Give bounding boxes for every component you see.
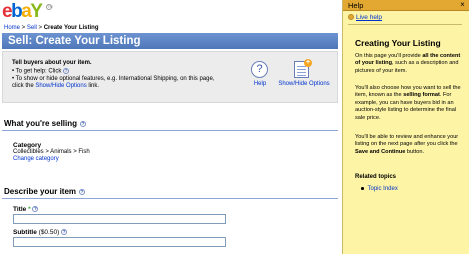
- topic-index-link[interactable]: Topic Index: [368, 186, 398, 192]
- page-title: Sell: Create Your Listing: [8, 35, 141, 47]
- help-text-bold: Save and Continue: [355, 148, 406, 155]
- info-line-help: • To get help: Click ?: [12, 67, 238, 76]
- page: ebaY TM Home > Sell > Create Your Listin…: [0, 0, 469, 254]
- section-divider: [2, 130, 338, 131]
- help-button-label: Help: [253, 81, 267, 87]
- section-title-describe: Describe your item?: [4, 187, 86, 196]
- breadcrumb: Home > Sell > Create Your Listing: [4, 25, 99, 31]
- info-line-prefix: click the: [12, 83, 36, 90]
- section-title-selling: What you're selling?: [4, 119, 87, 128]
- logo-letter-y: Y: [30, 1, 43, 22]
- section-title-text: Describe your item: [4, 187, 77, 196]
- help-question-icon[interactable]: ?: [63, 67, 70, 74]
- section-divider: [2, 198, 338, 199]
- info-box: Tell buyers about your item. • To get he…: [2, 51, 338, 103]
- help-panel-title: Help: [348, 1, 364, 10]
- doc-line: [297, 69, 306, 70]
- main-content: ebaY TM Home > Sell > Create Your Listin…: [0, 0, 340, 254]
- title-label-text: Title: [13, 206, 27, 213]
- help-text: button.: [405, 148, 425, 155]
- title-input[interactable]: [13, 214, 226, 224]
- breadcrumb-separator: >: [36, 25, 44, 31]
- breadcrumb-current: Create Your Listing: [43, 25, 99, 31]
- live-help[interactable]: Live help: [348, 14, 382, 21]
- subtitle-fee: ($0.50): [38, 229, 60, 236]
- info-heading: Tell buyers about your item.: [12, 60, 92, 66]
- show-hide-options-link[interactable]: Show/Hide Options: [35, 83, 86, 89]
- live-help-icon: [348, 14, 354, 21]
- logo-letter-b: b: [11, 1, 23, 22]
- help-question-icon[interactable]: ?: [61, 229, 68, 236]
- help-paragraph-1: On this page you'll provide all the cont…: [355, 53, 463, 75]
- help-panel-header: Help ×: [343, 0, 469, 11]
- help-paragraph-2: You'll also choose how you want to sell …: [355, 85, 463, 122]
- help-question-icon[interactable]: ?: [32, 206, 39, 213]
- help-text: On this page you'll provide: [355, 53, 423, 59]
- info-line-suffix: link.: [86, 83, 100, 90]
- doc-line: [297, 72, 306, 73]
- info-line-options-cont: click the Show/Hide Options link.: [12, 83, 238, 91]
- doc-line: [297, 75, 306, 76]
- help-circle-icon: ?: [251, 61, 268, 78]
- category-path: Collectibles > Animals > Fish: [13, 149, 90, 155]
- related-topic-item: Topic Index: [361, 186, 398, 192]
- subtitle-field-label: Subtitle ($0.50) ?: [13, 229, 68, 236]
- info-line-options: • To show or hide optional features, e.g…: [12, 75, 215, 82]
- help-paragraph-3: You'll be able to review and enhance you…: [355, 134, 463, 156]
- info-text: Tell buyers about your item. • To get he…: [12, 60, 238, 91]
- breadcrumb-sell-link[interactable]: Sell: [27, 25, 37, 31]
- help-text: You'll be able to review and enhance you…: [355, 134, 459, 148]
- show-hide-options-label: Show/Hide Options: [278, 81, 330, 87]
- category-label: Category: [13, 142, 42, 149]
- title-field-label: Title * ?: [13, 206, 39, 213]
- help-question-icon[interactable]: ?: [80, 120, 87, 127]
- help-panel: Help × Live help Creating Your Listing O…: [342, 0, 469, 254]
- logo-letter-a: a: [21, 1, 32, 22]
- help-divider: [348, 24, 462, 25]
- plus-badge-icon: +: [304, 59, 312, 67]
- live-help-link[interactable]: Live help: [356, 14, 382, 21]
- document-options-icon: +: [294, 59, 312, 78]
- trademark-mark: TM: [46, 4, 53, 10]
- close-icon[interactable]: ×: [458, 1, 467, 9]
- help-question-icon[interactable]: ?: [79, 188, 86, 195]
- help-text-bold: selling format: [403, 92, 440, 99]
- breadcrumb-home-link[interactable]: Home: [4, 25, 20, 31]
- page-title-bar: Sell: Create Your Listing: [2, 33, 338, 49]
- show-hide-options-button[interactable]: + Show/Hide Options: [275, 59, 333, 95]
- info-line-help-text: • To get help: Click: [12, 68, 64, 75]
- related-topics-heading: Related topics: [355, 174, 397, 180]
- breadcrumb-separator: >: [20, 25, 27, 31]
- section-title-text: What you're selling: [4, 119, 78, 128]
- subtitle-input[interactable]: [13, 237, 226, 247]
- help-button[interactable]: ? Help: [248, 61, 272, 95]
- subtitle-label-text: Subtitle: [13, 229, 37, 236]
- bullet-icon: [361, 187, 364, 190]
- help-topic-title: Creating Your Listing: [355, 38, 441, 48]
- logo-letter-e: e: [2, 1, 13, 22]
- required-icon: *: [28, 206, 31, 213]
- change-category-link[interactable]: Change category: [13, 156, 59, 162]
- ebay-logo[interactable]: ebaY TM: [2, 1, 53, 22]
